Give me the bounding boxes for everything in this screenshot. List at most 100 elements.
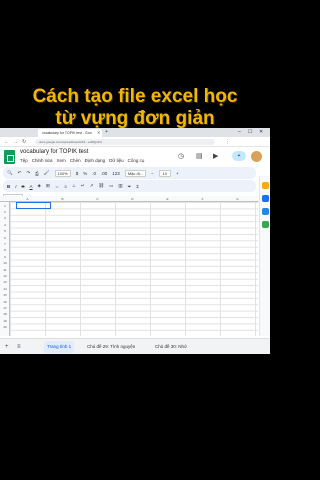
redo-icon[interactable]: ↷: [26, 170, 30, 176]
menu-item[interactable]: Tệp: [20, 158, 28, 163]
row-header[interactable]: 18: [0, 312, 10, 316]
row-header[interactable]: 2: [0, 210, 10, 214]
close-tab-icon[interactable]: ✕: [97, 128, 100, 137]
sheets-header: vocabulary for TOPIK test ☆ Tệp Chỉnh sửa…: [0, 147, 270, 167]
row-header[interactable]: 6: [0, 236, 10, 240]
increase-font-icon[interactable]: +: [176, 171, 179, 176]
menu-item[interactable]: Công cụ: [128, 158, 145, 163]
column-header[interactable]: F: [185, 197, 220, 201]
row-header[interactable]: 4: [0, 223, 10, 227]
insert-comment-icon[interactable]: ▭: [109, 183, 113, 189]
print-icon[interactable]: ⎙: [35, 171, 39, 176]
italic-icon[interactable]: I: [15, 184, 16, 189]
meet-icon[interactable]: ▶: [213, 152, 218, 160]
row-header[interactable]: 10: [0, 261, 10, 265]
paint-format-icon[interactable]: 🖌: [44, 170, 50, 176]
merge-cells-icon[interactable]: ⇔: [55, 184, 60, 189]
currency-icon[interactable]: $: [76, 171, 79, 176]
row-header[interactable]: 12: [0, 274, 10, 278]
row-header[interactable]: 9: [0, 255, 10, 259]
share-button[interactable]: +: [232, 151, 246, 161]
percent-icon[interactable]: %: [83, 171, 87, 176]
extensions-icon[interactable]: ⋮: [225, 137, 230, 147]
all-sheets-icon[interactable]: ≡: [17, 341, 21, 353]
column-header[interactable]: C: [80, 197, 115, 201]
window-close-icon[interactable]: ✕: [259, 128, 263, 137]
tasks-icon[interactable]: [261, 195, 269, 202]
search-menus-icon[interactable]: 🔍: [7, 170, 13, 176]
strikethrough-icon[interactable]: S: [22, 184, 25, 189]
rotate-icon[interactable]: ↗: [90, 183, 94, 189]
new-tab-icon[interactable]: +: [105, 128, 108, 137]
column-header[interactable]: A: [10, 197, 45, 201]
filter-icon[interactable]: ⏷: [128, 184, 132, 189]
history-icon[interactable]: ◷: [178, 152, 184, 160]
align-left-icon[interactable]: ≡: [64, 184, 67, 189]
column-header[interactable]: E: [150, 197, 185, 201]
column-header[interactable]: D: [115, 197, 150, 201]
increase-decimal-icon[interactable]: .00: [101, 171, 107, 176]
sheet-tab[interactable]: Chủ đề 29: Tình nguyện: [84, 341, 138, 353]
row-header[interactable]: 1: [0, 204, 10, 208]
undo-icon[interactable]: ↶: [18, 170, 22, 176]
selected-cell[interactable]: [16, 202, 51, 209]
menu-bar: Tệp Chỉnh sửa Xem Chèn Định dạng Dữ liệu Công …: [20, 158, 144, 163]
row-header[interactable]: 5: [0, 229, 10, 233]
google-sheets-logo-icon[interactable]: [4, 150, 15, 164]
spreadsheet-grid[interactable]: ABCDEFG 1 2 3 4 5 6 7 8 9 10 11 12 13 14 15 16 17 18 19 20: [0, 196, 258, 336]
row-header[interactable]: 7: [0, 242, 10, 246]
row-header[interactable]: 14: [0, 287, 10, 291]
fill-color-icon[interactable]: ◈: [38, 183, 41, 189]
decrease-decimal-icon[interactable]: .0: [92, 171, 96, 176]
row-header[interactable]: 19: [0, 319, 10, 323]
back-icon[interactable]: ←: [4, 137, 9, 147]
menu-item[interactable]: Chỉnh sửa: [32, 158, 53, 163]
reload-icon[interactable]: ↻: [22, 137, 26, 147]
row-header[interactable]: 15: [0, 293, 10, 297]
contacts-icon[interactable]: [261, 208, 269, 215]
sheet-tab[interactable]: Chủ đề 30: Nhớ: [152, 341, 190, 353]
overlay-title-line-2: từ vựng đơn giản: [55, 108, 215, 129]
row-header[interactable]: 3: [0, 216, 10, 220]
maps-icon[interactable]: [261, 221, 269, 228]
browser-tab[interactable]: vocabulary for TOPIK test - Goo: [38, 129, 102, 137]
maximize-icon[interactable]: ☐: [248, 128, 252, 137]
zoom-select[interactable]: 100%: [54, 169, 71, 177]
add-sheet-icon[interactable]: +: [5, 341, 9, 353]
borders-icon[interactable]: ⊞: [46, 183, 50, 189]
column-header[interactable]: B: [45, 197, 80, 201]
cell-area[interactable]: [10, 202, 258, 336]
sheet-tab[interactable]: Trang tính 1: [44, 341, 75, 353]
link-icon[interactable]: ⛓: [98, 183, 104, 189]
number-format-button[interactable]: 123: [112, 171, 120, 176]
row-header[interactable]: 17: [0, 306, 10, 310]
font-select[interactable]: Mặc đị...: [124, 169, 146, 177]
address-bar-row: ← → ↻ docs.google.com/spreadsheets/d/1..…: [0, 137, 270, 147]
menu-item[interactable]: Định dạng: [85, 158, 106, 163]
row-header[interactable]: 13: [0, 280, 10, 284]
functions-icon[interactable]: Σ: [136, 184, 139, 189]
menu-item[interactable]: Chèn: [70, 158, 81, 163]
url-field[interactable]: docs.google.com/spreadsheets/d/1...edit#…: [35, 139, 215, 145]
menu-item[interactable]: Xem: [57, 158, 66, 163]
row-header[interactable]: 8: [0, 248, 10, 252]
row-header[interactable]: 11: [0, 268, 10, 272]
chart-icon[interactable]: ▥: [118, 183, 122, 189]
browser-window: vocabulary for TOPIK test - Goo ✕ + – ☐ …: [0, 128, 270, 354]
minimize-icon[interactable]: –: [238, 128, 241, 137]
font-size-field[interactable]: 10: [158, 169, 172, 177]
forward-icon[interactable]: →: [13, 137, 18, 147]
wrap-icon[interactable]: ↵: [81, 183, 85, 189]
row-header[interactable]: 20: [0, 325, 10, 329]
keep-icon[interactable]: [261, 182, 269, 189]
column-header[interactable]: G: [220, 197, 255, 201]
valign-icon[interactable]: ⊥: [72, 183, 76, 189]
avatar[interactable]: [251, 151, 262, 162]
menu-item[interactable]: Dữ liệu: [109, 158, 124, 163]
bold-icon[interactable]: B: [7, 184, 10, 189]
decrease-font-icon[interactable]: −: [151, 171, 154, 176]
row-header[interactable]: 16: [0, 300, 10, 304]
text-color-icon[interactable]: A: [30, 184, 33, 189]
star-icon[interactable]: ☆: [78, 148, 83, 155]
comment-icon[interactable]: ▤: [196, 152, 203, 160]
